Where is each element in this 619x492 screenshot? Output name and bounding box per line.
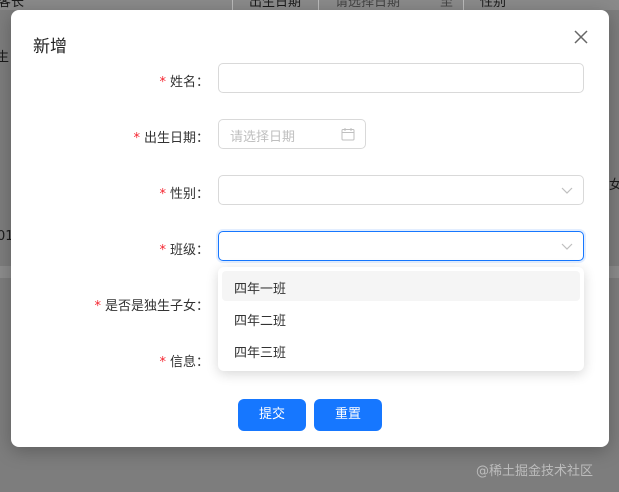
class-select[interactable] bbox=[218, 231, 584, 261]
reset-button[interactable]: 重置 bbox=[314, 399, 382, 431]
bg-header-cell: 客长 bbox=[0, 0, 25, 10]
gender-label: * 性别： bbox=[159, 187, 209, 202]
bg-text-fragment: 生 bbox=[0, 50, 10, 65]
bg-text-fragment: 女 bbox=[609, 178, 619, 193]
bg-header-cell: 请选择日期 bbox=[318, 0, 400, 10]
name-label: * 姓名： bbox=[159, 75, 209, 90]
bg-header-cell: 至 bbox=[440, 0, 454, 10]
only-child-label: * 是否是独生子女： bbox=[94, 299, 209, 314]
birth-date-placeholder: 请选择日期 bbox=[230, 130, 296, 145]
class-dropdown: 四年一班 四年二班 四年三班 bbox=[218, 267, 584, 371]
name-input[interactable] bbox=[218, 63, 584, 93]
dialog-title: 新增 bbox=[33, 37, 67, 57]
add-dialog: 新增 * 姓名： * 出生日期： 请选择日期 * 性别： * 班级： * 是否是… bbox=[11, 10, 609, 447]
calendar-icon bbox=[341, 128, 355, 141]
birth-date-picker[interactable]: 请选择日期 bbox=[218, 119, 366, 149]
class-label: * 班级： bbox=[159, 243, 209, 258]
background-header bbox=[0, 0, 619, 10]
watermark: @稀土掘金技术社区 bbox=[476, 464, 594, 479]
gender-select[interactable] bbox=[218, 175, 584, 205]
submit-button[interactable]: 提交 bbox=[238, 399, 306, 431]
info-label: * 信息： bbox=[159, 355, 209, 370]
birth-date-label: * 出生日期： bbox=[133, 131, 209, 146]
chevron-down-icon bbox=[561, 243, 573, 250]
class-option[interactable]: 四年二班 bbox=[222, 303, 580, 333]
bg-header-cell: 出生日期 bbox=[232, 0, 301, 10]
class-option[interactable]: 四年三班 bbox=[222, 335, 580, 365]
bg-header-cell: 性别 bbox=[463, 0, 506, 10]
close-icon[interactable] bbox=[572, 28, 590, 46]
class-option[interactable]: 四年一班 bbox=[222, 271, 580, 301]
chevron-down-icon bbox=[561, 187, 573, 194]
